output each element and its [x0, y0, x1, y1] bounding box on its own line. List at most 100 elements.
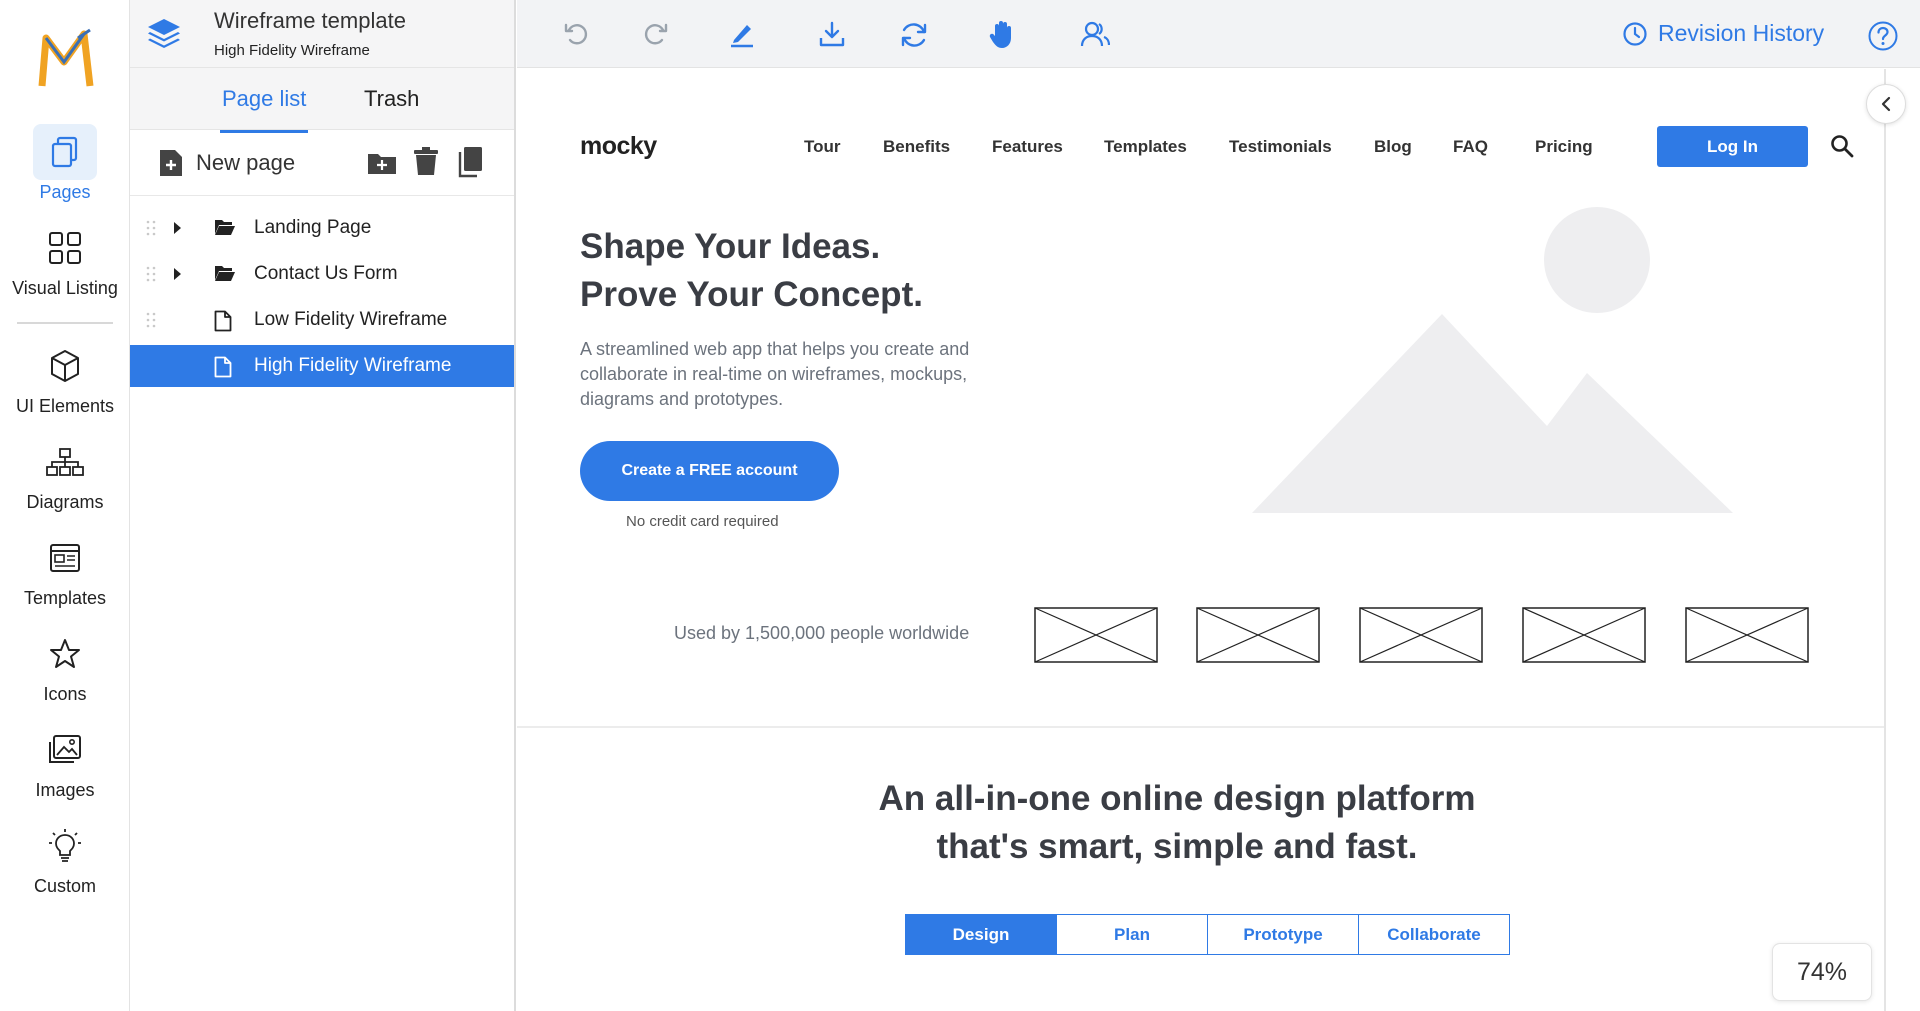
- page-icon: [214, 310, 232, 332]
- star-icon: [33, 626, 97, 682]
- undo-icon[interactable]: [563, 20, 591, 48]
- search-icon[interactable]: [1830, 134, 1854, 158]
- rail-item-visual-listing[interactable]: Visual Listing: [0, 220, 130, 299]
- rail-item-images[interactable]: Images: [0, 722, 130, 801]
- hero-title-line: Prove Your Concept.: [580, 275, 923, 314]
- segment-plan[interactable]: Plan: [1056, 914, 1208, 955]
- drag-handle-icon[interactable]: [146, 220, 156, 236]
- pan-hand-icon[interactable]: [988, 18, 1018, 50]
- canvas-edge: [1884, 69, 1886, 1011]
- expand-caret-icon[interactable]: [174, 222, 181, 234]
- revision-history-button[interactable]: Revision History: [1622, 20, 1824, 47]
- drag-handle-icon[interactable]: [146, 266, 156, 282]
- drag-handle-icon[interactable]: [146, 312, 156, 328]
- download-icon[interactable]: [818, 20, 846, 48]
- logo-placeholder-icon[interactable]: [1196, 607, 1320, 663]
- logo-placeholder-icon[interactable]: [1522, 607, 1646, 663]
- tab-trash[interactable]: Trash: [364, 86, 419, 112]
- chevron-left-icon: [1881, 96, 1891, 112]
- layers-icon: [148, 19, 180, 48]
- tree-item-low-fidelity-wireframe[interactable]: Low Fidelity Wireframe: [130, 299, 514, 341]
- rail-item-icons[interactable]: Icons: [0, 626, 130, 705]
- segment-prototype[interactable]: Prototype: [1207, 914, 1359, 955]
- pages-icon: [33, 124, 97, 180]
- duplicate-icon[interactable]: [456, 146, 484, 178]
- expand-caret-icon[interactable]: [174, 268, 181, 280]
- template-icon: [33, 530, 97, 586]
- grid-icon: [33, 220, 97, 276]
- login-button[interactable]: Log In: [1657, 126, 1808, 167]
- new-page-button[interactable]: New page: [158, 148, 295, 178]
- current-page-name: High Fidelity Wireframe: [214, 42, 370, 59]
- rail-item-custom[interactable]: Custom: [0, 818, 130, 897]
- collaborators-icon[interactable]: [1080, 20, 1110, 48]
- segment-collaborate[interactable]: Collaborate: [1358, 914, 1510, 955]
- design-canvas[interactable]: mocky Tour Benefits Features Templates T…: [517, 69, 1885, 1011]
- panel-tabs: Page list Trash: [130, 68, 514, 133]
- section-title-line: that's smart, simple and fast.: [936, 827, 1418, 866]
- new-page-icon: [160, 150, 182, 176]
- logo-placeholder-icon[interactable]: [1034, 607, 1158, 663]
- nav-link-templates[interactable]: Templates: [1104, 137, 1187, 157]
- rail-item-pages[interactable]: Pages: [0, 124, 130, 203]
- cta-note: No credit card required: [626, 513, 779, 530]
- section-title: An all-in-one online design platform tha…: [590, 775, 1764, 871]
- rail-item-diagrams[interactable]: Diagrams: [0, 434, 130, 513]
- redo-icon[interactable]: [641, 20, 669, 48]
- trash-icon[interactable]: [413, 146, 439, 176]
- rail-label: Templates: [23, 588, 107, 608]
- nav-link-faq[interactable]: FAQ: [1453, 137, 1488, 157]
- hero-title: Shape Your Ideas. Prove Your Concept.: [580, 223, 923, 319]
- clock-icon: [1623, 21, 1647, 46]
- page-toolbar: New page: [130, 130, 514, 196]
- tree-item-high-fidelity-wireframe[interactable]: High Fidelity Wireframe: [130, 345, 514, 387]
- tab-page-list[interactable]: Page list: [219, 86, 309, 133]
- hero-subtitle: A streamlined web app that helps you cre…: [580, 339, 970, 409]
- rail-item-ui-elements[interactable]: UI Elements: [0, 338, 130, 417]
- tree-item-landing-page[interactable]: Landing Page: [130, 207, 514, 249]
- tree-item-contact-us-form[interactable]: Contact Us Form: [130, 253, 514, 295]
- nav-link-pricing[interactable]: Pricing: [1535, 137, 1593, 157]
- nav-link-testimonials[interactable]: Testimonials: [1229, 137, 1332, 157]
- image-icon: [33, 722, 97, 778]
- sitemap-icon: [33, 434, 97, 490]
- pages-panel: Wireframe template High Fidelity Wirefra…: [130, 0, 516, 1011]
- nav-link-tour[interactable]: Tour: [804, 137, 841, 157]
- new-page-label: New page: [196, 150, 296, 175]
- rail-label: UI Elements: [15, 396, 115, 416]
- revision-history-label: Revision History: [1658, 20, 1825, 46]
- tree-item-label: Low Fidelity Wireframe: [254, 309, 448, 330]
- folder-open-icon: [215, 266, 235, 281]
- rail-label: Images: [35, 780, 95, 800]
- tree-item-label: Landing Page: [254, 217, 372, 238]
- create-free-account-button[interactable]: Create a FREE account: [580, 441, 839, 501]
- mocky-logo-icon[interactable]: [38, 28, 96, 90]
- hero-title-line: Shape Your Ideas.: [580, 227, 881, 266]
- zoom-level[interactable]: 74%: [1772, 943, 1872, 1001]
- page-icon: [214, 356, 232, 378]
- used-by-text: Used by 1,500,000 people worldwide: [674, 623, 970, 643]
- rail-label: Pages: [39, 182, 91, 202]
- logo-placeholder-icon[interactable]: [1685, 607, 1809, 663]
- collapse-panel-button[interactable]: [1866, 84, 1906, 124]
- new-folder-icon[interactable]: [366, 150, 398, 176]
- pencil-icon[interactable]: [728, 20, 756, 48]
- logo-placeholder-icon[interactable]: [1359, 607, 1483, 663]
- segment-design[interactable]: Design: [905, 914, 1057, 955]
- rail-label: Custom: [33, 876, 96, 896]
- help-icon[interactable]: [1867, 20, 1899, 52]
- section-divider: [517, 726, 1885, 728]
- wireframe-logo[interactable]: mocky: [580, 132, 657, 161]
- rail-label: Visual Listing: [12, 278, 118, 298]
- project-title[interactable]: Wireframe template: [214, 8, 406, 34]
- section-title-line: An all-in-one online design platform: [878, 779, 1476, 818]
- rail-label: Diagrams: [26, 492, 104, 512]
- sync-icon[interactable]: [899, 20, 929, 50]
- rail-item-templates[interactable]: Templates: [0, 530, 130, 609]
- cube-icon: [33, 338, 97, 394]
- nav-link-benefits[interactable]: Benefits: [883, 137, 950, 157]
- nav-link-blog[interactable]: Blog: [1374, 137, 1412, 157]
- nav-link-features[interactable]: Features: [992, 137, 1063, 157]
- hero-image-placeholder-icon[interactable]: [1252, 207, 1742, 517]
- rail-divider: [17, 322, 113, 324]
